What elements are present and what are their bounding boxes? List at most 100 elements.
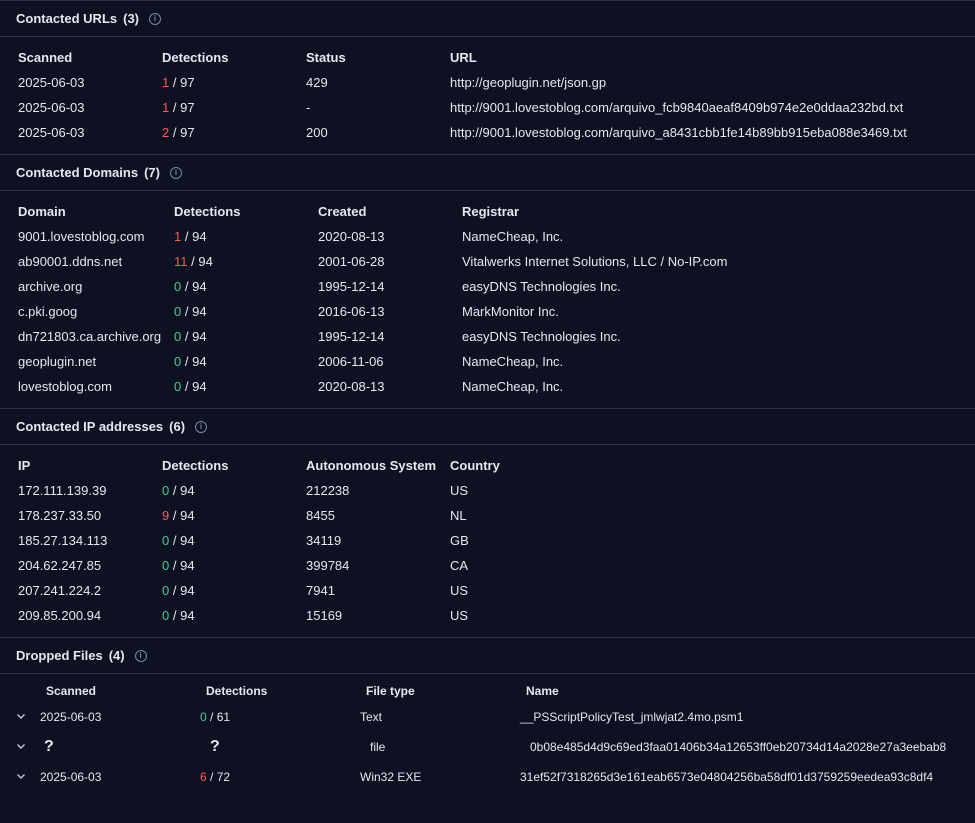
detection-count: 0 (162, 583, 170, 598)
detections-cell: 0 / 94 (174, 379, 318, 394)
table-row: geoplugin.net 0 / 94 2006-11-06 NameCheap, … (18, 349, 975, 374)
col-header-file-type[interactable]: File type (366, 684, 526, 698)
status-code: - (306, 100, 311, 115)
table-header-row: Scanned Detections File type Name (0, 674, 975, 702)
table-row: 9001.lovestoblog.com 1 / 94 2020-08-13 Name… (18, 224, 975, 249)
detections-cell: 0 / 61 (200, 710, 360, 724)
ip-link[interactable]: 185.27.134.113 (18, 533, 162, 548)
country-code: US (450, 583, 469, 598)
section-count: (4) (108, 648, 125, 663)
col-header-domain[interactable]: Domain (18, 204, 174, 219)
col-header-created[interactable]: Created (318, 204, 462, 219)
table-row: archive.org 0 / 94 1995-12-14 easyDNS Techn… (18, 274, 975, 299)
section-header: Dropped Files (4) i (0, 638, 975, 674)
ip-link[interactable]: 178.237.33.50 (18, 508, 162, 523)
col-header-status[interactable]: Status (306, 50, 450, 65)
section-title: Contacted IP addresses (16, 419, 164, 434)
domain-link[interactable]: lovestoblog.com (18, 379, 174, 394)
ip-link[interactable]: 209.85.200.94 (18, 608, 162, 623)
col-header-url[interactable]: URL (450, 50, 975, 65)
col-header-as[interactable]: Autonomous System (306, 458, 450, 473)
col-header-detections[interactable]: Detections (162, 50, 306, 65)
autonomous-system: 15169 (306, 608, 343, 623)
file-type: Win32 EXE (360, 770, 422, 784)
created-date: 1995-12-14 (318, 279, 385, 294)
col-header-ip[interactable]: IP (18, 458, 162, 473)
detections-cell: 1 / 97 (162, 100, 306, 115)
scanned-date: 2025-06-03 (18, 125, 85, 140)
table-row: 172.111.139.39 0 / 94 212238 US (18, 478, 975, 503)
info-icon[interactable]: i (195, 420, 208, 433)
ip-link[interactable]: 172.111.139.39 (18, 483, 162, 498)
detections-cell: 11 / 94 (174, 254, 318, 269)
detections-cell: 9 / 94 (162, 508, 306, 523)
detection-total: / 97 (172, 125, 195, 140)
registrar: NameCheap, Inc. (462, 229, 564, 244)
info-icon[interactable]: i (134, 649, 147, 662)
info-icon[interactable]: i (149, 12, 162, 25)
scanned-date: 2025-06-03 (18, 100, 85, 115)
domain-link[interactable]: geoplugin.net (18, 354, 174, 369)
autonomous-system: 212238 (306, 483, 350, 498)
contacted-ips-section: Contacted IP addresses (6) i IP Detectio… (0, 408, 975, 637)
detection-total: / 94 (172, 483, 195, 498)
url-link[interactable]: http://9001.lovestoblog.com/arquivo_a843… (450, 125, 975, 140)
detection-total: / 72 (210, 770, 231, 784)
country-code: GB (450, 533, 469, 548)
ip-link[interactable]: 207.241.224.2 (18, 583, 162, 598)
domain-link[interactable]: 9001.lovestoblog.com (18, 229, 174, 244)
urls-table: Scanned Detections Status URL 2025-06-03… (0, 37, 975, 154)
detection-count: 2 (162, 125, 170, 140)
domain-link[interactable]: dn721803.ca.archive.org (18, 329, 174, 344)
info-icon[interactable]: i (169, 166, 182, 179)
file-name-link[interactable]: 0b08e485d4d9c69ed3faa01406b34a12653ff0eb… (530, 740, 975, 754)
chevron-down-icon[interactable] (0, 710, 38, 724)
detection-count: 0 (162, 533, 170, 548)
chevron-down-icon[interactable] (0, 770, 38, 784)
scanned-date: 2025-06-03 (40, 710, 102, 724)
registrar: Vitalwerks Internet Solutions, LLC / No-… (462, 254, 728, 269)
contacted-domains-section: Contacted Domains (7) i Domain Detection… (0, 154, 975, 408)
detection-total: / 97 (172, 100, 195, 115)
col-header-detections[interactable]: Detections (174, 204, 318, 219)
col-header-detections[interactable]: Detections (206, 684, 366, 698)
registrar: NameCheap, Inc. (462, 354, 564, 369)
col-header-country[interactable]: Country (450, 458, 975, 473)
col-header-detections[interactable]: Detections (162, 458, 306, 473)
domain-link[interactable]: archive.org (18, 279, 174, 294)
created-date: 2006-11-06 (318, 354, 384, 369)
col-header-scanned[interactable]: Scanned (46, 684, 206, 698)
col-header-name[interactable]: Name (526, 684, 559, 698)
detections-cell: 2 / 97 (162, 125, 306, 140)
autonomous-system: 8455 (306, 508, 335, 523)
registrar: easyDNS Technologies Inc. (462, 279, 621, 294)
domain-link[interactable]: c.pki.goog (18, 304, 174, 319)
detections-cell: 0 / 94 (174, 279, 318, 294)
chevron-down-icon[interactable] (0, 740, 38, 754)
detection-total: / 94 (191, 254, 213, 269)
url-link[interactable]: http://9001.lovestoblog.com/arquivo_fcb9… (450, 100, 975, 115)
status-code: 200 (306, 125, 328, 140)
col-header-scanned[interactable]: Scanned (18, 50, 162, 65)
detections-cell: 1 / 94 (174, 229, 318, 244)
file-name-link[interactable]: __PSScriptPolicyTest_jmlwjat2.4mo.psm1 (520, 710, 975, 724)
detection-total: / 94 (184, 379, 207, 394)
detection-count: 1 (162, 75, 170, 90)
detection-count: 0 (174, 329, 182, 344)
detection-count: 0 (174, 354, 182, 369)
created-date: 2016-06-13 (318, 304, 385, 319)
ip-link[interactable]: 204.62.247.85 (18, 558, 162, 573)
detection-count: 6 (200, 770, 207, 784)
url-link[interactable]: http://geoplugin.net/json.gp (450, 75, 975, 90)
table-row: 2025-06-03 2 / 97 200 http://9001.lovestobl… (18, 120, 975, 145)
col-header-registrar[interactable]: Registrar (462, 204, 975, 219)
detections-cell: 0 / 94 (162, 533, 306, 548)
table-row: c.pki.goog 0 / 94 2016-06-13 MarkMonitor In… (18, 299, 975, 324)
ips-table: IP Detections Autonomous System Country … (0, 445, 975, 637)
section-count: (7) (144, 165, 160, 180)
file-name-link[interactable]: 31ef52f7318265d3e161eab6573e04804256ba58… (520, 770, 975, 784)
table-row: 2025-06-03 6 / 72 Win32 EXE 31ef52f7318265d… (0, 762, 975, 792)
domain-link[interactable]: ab90001.ddns.net (18, 254, 174, 269)
table-header-row: Domain Detections Created Registrar (18, 199, 975, 224)
scanned-date: 2025-06-03 (18, 75, 85, 90)
